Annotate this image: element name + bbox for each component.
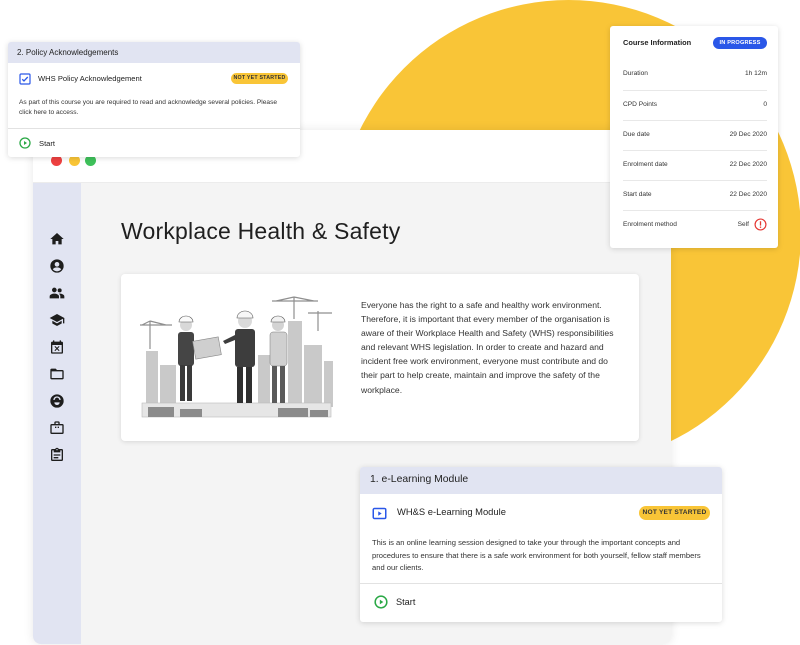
info-value: 1h 12m xyxy=(745,70,767,77)
sidebar xyxy=(33,183,81,644)
course-overview-card: Everyone has the right to a safe and hea… xyxy=(121,274,639,441)
divider xyxy=(360,583,722,584)
course-information-heading: Course Information xyxy=(623,38,692,47)
info-value: 22 Dec 2020 xyxy=(729,191,767,198)
clipboard-icon xyxy=(51,447,63,461)
elearning-section-heading: 1. e-Learning Module xyxy=(360,467,722,494)
checkbox-icon[interactable] xyxy=(19,73,31,85)
info-label: Enrolment method xyxy=(623,221,677,228)
info-value: Self xyxy=(737,221,749,228)
info-label: Due date xyxy=(623,131,650,138)
elearning-item-name: WH&S e-Learning Module xyxy=(397,506,506,517)
construction-workers-illustration xyxy=(138,291,335,421)
elearning-item[interactable]: WH&S e-Learning Module NOT YET STARTED xyxy=(372,505,710,521)
elearning-description: This is an online learning session desig… xyxy=(372,538,701,573)
info-row-duration: Duration 1h 12m xyxy=(623,60,767,90)
users-icon xyxy=(49,287,65,299)
policy-item-name: WHS Policy Acknowledgement xyxy=(38,74,142,83)
page-title: Workplace Health & Safety xyxy=(121,218,401,244)
policy-section-heading: 2. Policy Acknowledgements xyxy=(8,42,300,63)
sidebar-item-support[interactable] xyxy=(47,391,67,411)
info-label: Start date xyxy=(623,191,652,198)
status-badge: IN PROGRESS xyxy=(713,37,767,49)
folder-icon xyxy=(50,368,64,380)
policy-description[interactable]: As part of this course you are required … xyxy=(19,98,289,119)
divider xyxy=(8,128,300,129)
status-badge: NOT YET STARTED xyxy=(231,73,288,84)
info-label: CPD Points xyxy=(623,101,658,108)
info-row-due-date: Due date 29 Dec 2020 xyxy=(623,120,767,150)
sidebar-item-reports[interactable] xyxy=(47,445,67,465)
sidebar-item-courses[interactable] xyxy=(47,310,67,330)
support-icon xyxy=(50,394,64,408)
status-badge: NOT YET STARTED xyxy=(639,506,710,520)
policy-item[interactable]: WHS Policy Acknowledgement NOT YET START… xyxy=(18,71,288,87)
info-value: 22 Dec 2020 xyxy=(729,161,767,168)
start-button[interactable]: Start xyxy=(19,136,55,150)
sidebar-item-jobs[interactable] xyxy=(47,418,67,438)
sidebar-item-home[interactable] xyxy=(47,229,67,249)
course-overview-text: Everyone has the right to a safe and hea… xyxy=(361,300,614,395)
play-circle-icon xyxy=(19,137,31,149)
course-information-panel: Course Information IN PROGRESS Duration … xyxy=(610,26,778,248)
info-label: Duration xyxy=(623,70,648,77)
info-value: 29 Dec 2020 xyxy=(729,131,767,138)
start-button[interactable]: Start xyxy=(374,595,415,609)
start-label: Start xyxy=(39,138,56,148)
info-row-cpd-points: CPD Points 0 xyxy=(623,90,767,120)
play-circle-icon xyxy=(374,595,388,609)
calendar-icon xyxy=(51,340,63,354)
info-row-start-date: Start date 22 Dec 2020 xyxy=(623,180,767,210)
sidebar-item-files[interactable] xyxy=(47,364,67,384)
info-row-enrolment-method: Enrolment method Self xyxy=(623,210,767,240)
info-label: Enrolment date xyxy=(623,161,668,168)
alert-info-icon[interactable] xyxy=(754,218,767,231)
briefcase-icon xyxy=(50,421,64,434)
sidebar-item-account[interactable] xyxy=(47,256,67,276)
sidebar-item-calendar[interactable] xyxy=(47,337,67,357)
account-icon xyxy=(50,259,64,273)
graduation-cap-icon xyxy=(49,314,65,326)
video-play-icon xyxy=(372,507,387,520)
elearning-module-card: 1. e-Learning Module WH&S e-Learning Mod… xyxy=(360,467,722,622)
home-icon xyxy=(50,233,64,245)
sidebar-item-users[interactable] xyxy=(47,283,67,303)
info-value: 0 xyxy=(763,101,767,108)
info-row-enrolment-date: Enrolment date 22 Dec 2020 xyxy=(623,150,767,180)
start-label: Start xyxy=(396,597,416,607)
policy-acknowledgements-card: 2. Policy Acknowledgements WHS Policy Ac… xyxy=(8,42,300,157)
